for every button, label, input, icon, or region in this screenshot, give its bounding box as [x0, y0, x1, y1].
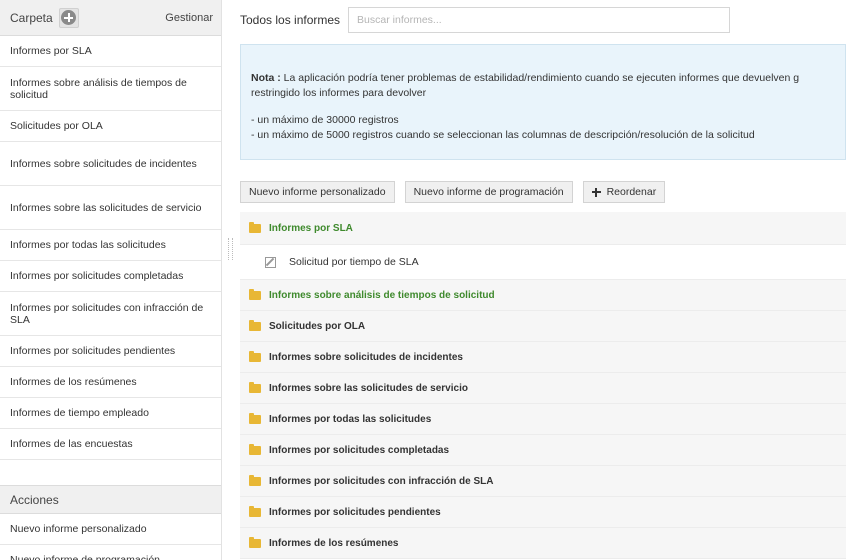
note-text-1: La aplicación podría tener problemas de … [283, 72, 800, 84]
tree-folder-pending[interactable]: Informes por solicitudes pendientes [240, 497, 846, 528]
tree-folder-label: Solicitudes por OLA [269, 320, 366, 332]
tree-report-sla-time[interactable]: Solicitud por tiempo de SLA [240, 245, 846, 280]
tree-folder-incidents[interactable]: Informes sobre solicitudes de incidentes [240, 342, 846, 373]
sidebar-folder-surveys[interactable]: Informes de las encuestas [0, 429, 221, 460]
folder-icon [249, 288, 261, 300]
move-icon [591, 187, 601, 197]
tree-folder-service-requests[interactable]: Informes sobre las solicitudes de servic… [240, 373, 846, 404]
plus-icon [61, 10, 77, 25]
tree-folder-label: Informes sobre análisis de tiempos de so… [269, 289, 495, 301]
folder-icon [249, 505, 261, 517]
new-scheduled-report-button[interactable]: Nuevo informe de programación [404, 181, 573, 203]
actions-panel-header: Acciones [0, 485, 221, 514]
sidebar-folder-incidents[interactable]: Informes sobre solicitudes de incidentes [0, 142, 221, 186]
tree-folder-summaries[interactable]: Informes de los resúmenes [240, 528, 846, 559]
folder-list: Informes por SLA Informes sobre análisis… [0, 36, 221, 460]
sidebar-folder-time-analysis[interactable]: Informes sobre análisis de tiempos de so… [0, 67, 221, 111]
folder-icon [249, 381, 261, 393]
tree-folder-ola[interactable]: Solicitudes por OLA [240, 311, 846, 342]
sidebar-folder-sla[interactable]: Informes por SLA [0, 36, 221, 67]
tree-folder-label: Informes de los resúmenes [269, 537, 399, 549]
note-label: Nota : [251, 72, 281, 84]
note-line-1: Nota : La aplicación podría tener proble… [251, 71, 845, 86]
sidebar-folder-sla-violation[interactable]: Informes por solicitudes con infracción … [0, 292, 221, 336]
tree-folder-all-requests[interactable]: Informes por todas las solicitudes [240, 404, 846, 435]
tree-folder-label: Informes por solicitudes pendientes [269, 506, 441, 518]
search-input[interactable] [348, 7, 731, 33]
sidebar-folder-completed[interactable]: Informes por solicitudes completadas [0, 261, 221, 292]
action-new-scheduled-report[interactable]: Nuevo informe de programación [0, 545, 221, 560]
report-tree: Informes por SLA Solicitud por tiempo de… [240, 212, 846, 559]
tree-folder-label: Informes por solicitudes completadas [269, 444, 450, 456]
tree-folder-completed[interactable]: Informes por solicitudes completadas [240, 435, 846, 466]
note-line-2: restringido los informes para devolver [251, 87, 427, 99]
action-new-custom-report[interactable]: Nuevo informe personalizado [0, 514, 221, 545]
sidebar-folder-time-spent[interactable]: Informes de tiempo empleado [0, 398, 221, 429]
note-bullet-1: - un máximo de 30000 registros [251, 114, 399, 126]
folder-icon [249, 536, 261, 548]
page-title: Todos los informes [240, 13, 341, 27]
tree-report-label: Solicitud por tiempo de SLA [289, 256, 419, 268]
action-buttons: Nuevo informe personalizado Nuevo inform… [240, 181, 846, 203]
tree-folder-sla-violation[interactable]: Informes por solicitudes con infracción … [240, 466, 846, 497]
folder-icon [249, 412, 261, 424]
edit-icon [265, 256, 276, 268]
manage-folders-link[interactable]: Gestionar [165, 12, 213, 24]
folder-icon [249, 319, 261, 331]
tree-folder-label: Informes por SLA [269, 222, 353, 234]
panel-splitter-handle[interactable] [228, 238, 233, 260]
sidebar-folder-service-requests[interactable]: Informes sobre las solicitudes de servic… [0, 186, 221, 230]
folder-panel-header: Carpeta Gestionar [0, 0, 221, 36]
folder-icon [249, 443, 261, 455]
folder-icon [249, 221, 261, 233]
tree-folder-sla[interactable]: Informes por SLA [240, 212, 846, 245]
note-spacer [251, 101, 845, 113]
sidebar-folder-pending[interactable]: Informes por solicitudes pendientes [0, 336, 221, 367]
tree-folder-label: Informes por solicitudes con infracción … [269, 475, 494, 487]
reorder-label: Reordenar [606, 186, 657, 198]
sidebar: Carpeta Gestionar Informes por SLA Infor… [0, 0, 222, 560]
note-bullet-2: - un máximo de 5000 registros cuando se … [251, 129, 755, 141]
new-custom-report-button[interactable]: Nuevo informe personalizado [240, 181, 395, 203]
sidebar-folder-summaries[interactable]: Informes de los resúmenes [0, 367, 221, 398]
reorder-button[interactable]: Reordenar [582, 181, 666, 203]
toolbar: Todos los informes [240, 0, 846, 40]
tree-folder-time-analysis[interactable]: Informes sobre análisis de tiempos de so… [240, 280, 846, 311]
main-content: Todos los informes Nota : La aplicación … [240, 0, 846, 560]
add-folder-button[interactable] [58, 7, 79, 28]
info-note: Nota : La aplicación podría tener proble… [240, 44, 846, 160]
sidebar-folder-all-requests[interactable]: Informes por todas las solicitudes [0, 230, 221, 261]
folder-icon [249, 350, 261, 362]
tree-folder-label: Informes por todas las solicitudes [269, 413, 432, 425]
tree-folder-label: Informes sobre las solicitudes de servic… [269, 382, 468, 394]
tree-folder-label: Informes sobre solicitudes de incidentes [269, 351, 463, 363]
folder-panel-title: Carpeta [10, 10, 53, 25]
folder-icon [249, 474, 261, 486]
sidebar-folder-ola[interactable]: Solicitudes por OLA [0, 111, 221, 142]
